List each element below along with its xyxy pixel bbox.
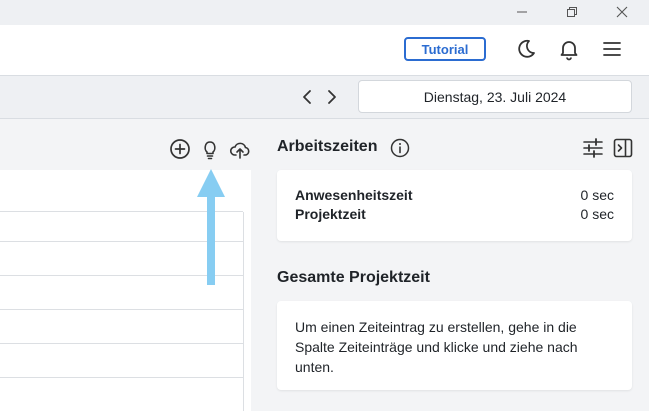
- app-header: Tutorial: [0, 25, 649, 76]
- lightbulb-icon[interactable]: [199, 138, 221, 160]
- sliders-icon[interactable]: [582, 137, 604, 159]
- project-total-card: Um einen Zeiteintrag zu erstellen, gehe …: [277, 301, 632, 390]
- project-total-hint: Um einen Zeiteintrag zu erstellen, gehe …: [295, 319, 578, 375]
- date-picker[interactable]: Dienstag, 23. Juli 2024: [358, 80, 632, 113]
- tutorial-button[interactable]: Tutorial: [404, 37, 486, 61]
- project-total-title: Gesamte Projektzeit: [277, 269, 430, 286]
- date-navigation-bar: Dienstag, 23. Juli 2024: [0, 76, 649, 119]
- project-time-label: Projektzeit: [295, 206, 366, 222]
- time-entries-column: [0, 119, 262, 411]
- menu-icon[interactable]: [600, 37, 624, 61]
- restore-icon[interactable]: [561, 3, 583, 21]
- add-circle-icon[interactable]: [169, 138, 191, 160]
- info-icon[interactable]: [390, 138, 410, 158]
- chevron-left-icon[interactable]: [300, 88, 316, 106]
- project-time-value: 0 sec: [580, 206, 614, 222]
- worktime-row: Projektzeit 0 sec: [295, 206, 614, 222]
- worktime-row: Anwesenheitszeit 0 sec: [295, 187, 614, 203]
- minimize-icon[interactable]: [511, 3, 533, 21]
- grid-divider: [243, 212, 244, 411]
- sidebar-panel-icon[interactable]: [612, 137, 634, 159]
- close-icon[interactable]: [611, 3, 633, 21]
- attendance-label: Anwesenheitszeit: [295, 187, 413, 203]
- grid-line: [0, 343, 243, 344]
- grid-line: [0, 309, 243, 310]
- cloud-upload-icon[interactable]: [229, 138, 251, 160]
- chevron-right-icon[interactable]: [323, 88, 339, 106]
- grid-line: [0, 377, 243, 378]
- worktime-title: Arbeitszeiten: [277, 138, 378, 155]
- arrow-up-icon: [195, 167, 227, 289]
- bell-icon[interactable]: [557, 37, 581, 61]
- window-titlebar: [0, 0, 649, 25]
- moon-icon[interactable]: [514, 37, 538, 61]
- worktime-card: Anwesenheitszeit 0 sec Projektzeit 0 sec: [277, 170, 632, 241]
- attendance-value: 0 sec: [580, 187, 614, 203]
